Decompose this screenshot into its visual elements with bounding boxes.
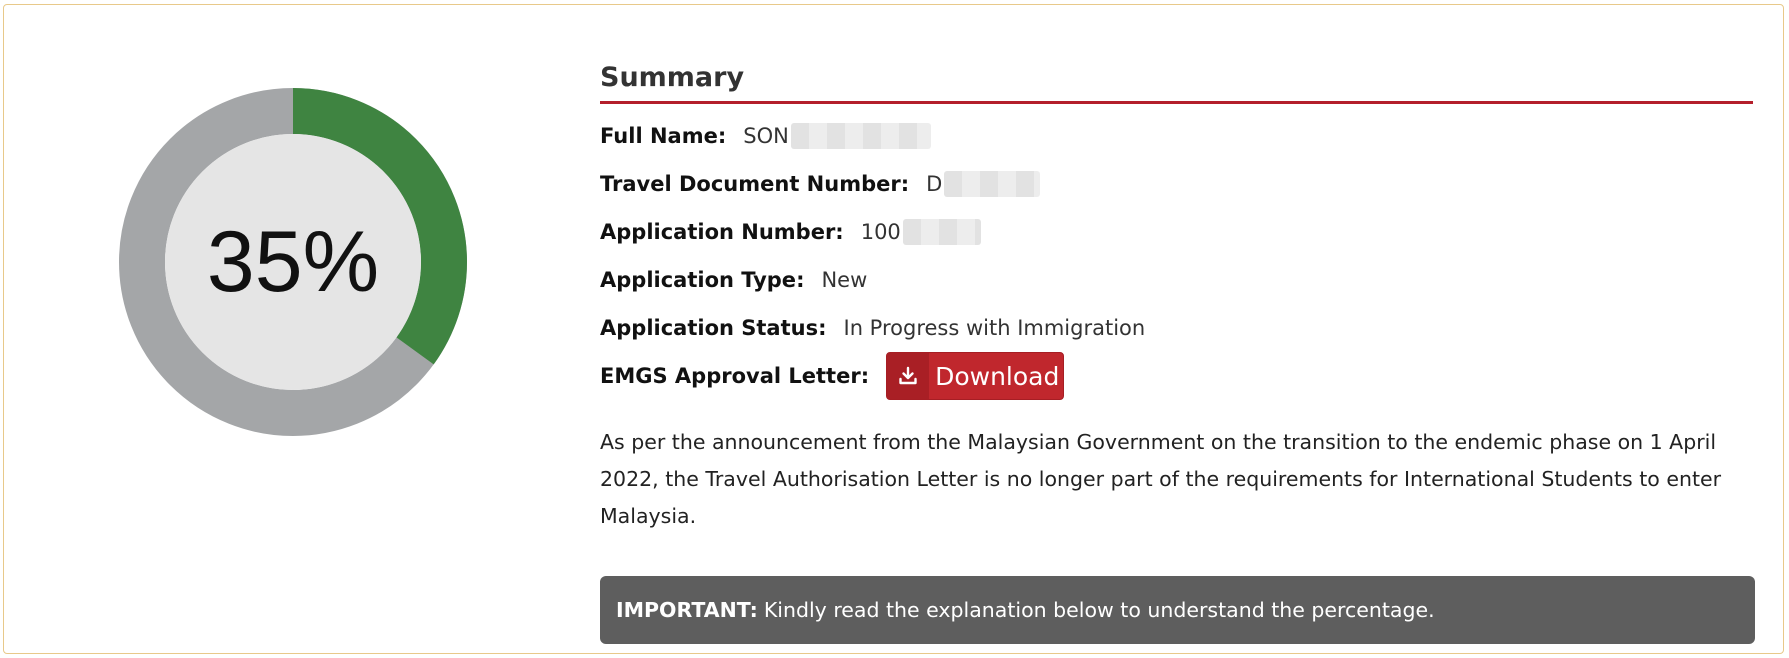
approval-letter-colon: :	[860, 364, 870, 388]
application-status-value: In Progress with Immigration	[843, 316, 1146, 340]
application-status-colon: :	[818, 316, 827, 340]
redacted-mask	[944, 171, 1041, 197]
progress-donut-chart: 35%	[119, 88, 467, 436]
important-message: Kindly read the explanation below to und…	[763, 598, 1435, 622]
progress-percent-label: 35%	[206, 213, 380, 310]
application-summary-card: 35% Summary Full Name: SON Travel Docume…	[3, 4, 1784, 654]
application-type-label: Application Type	[600, 268, 797, 292]
travel-document-row: Travel Document Number: D	[600, 160, 1753, 208]
full-name-label: Full Name	[600, 124, 718, 148]
application-type-value: New	[821, 268, 868, 292]
summary-section: Summary Full Name: SON Travel Document N…	[600, 61, 1753, 556]
travel-document-colon: :	[900, 172, 910, 196]
application-number-row: Application Number: 100	[600, 208, 1753, 256]
redacted-mask	[902, 219, 981, 245]
application-type-colon: :	[796, 268, 805, 292]
important-alert: IMPORTANT: Kindly read the explanation b…	[600, 576, 1755, 644]
summary-title: Summary	[600, 61, 1753, 104]
application-number-label: Application Number	[600, 220, 836, 244]
full-name-row: Full Name: SON	[600, 112, 1753, 160]
approval-letter-row: EMGS Approval Letter: Download	[600, 352, 1753, 400]
approval-letter-label: EMGS Approval Letter	[600, 364, 861, 388]
travel-document-value: D	[926, 172, 943, 196]
download-button-label: Download	[935, 361, 1060, 391]
download-icon	[887, 353, 930, 399]
redacted-mask	[790, 123, 931, 149]
application-status-row: Application Status: In Progress with Imm…	[600, 304, 1753, 352]
download-approval-letter-button[interactable]: Download	[886, 352, 1065, 400]
application-status-label: Application Status	[600, 316, 819, 340]
application-number-colon: :	[835, 220, 844, 244]
travel-document-label: Travel Document Number	[600, 172, 901, 196]
full-name-value: SON	[743, 124, 789, 148]
important-prefix: IMPORTANT:	[616, 598, 758, 622]
application-number-value: 100	[860, 220, 901, 244]
full-name-colon: :	[717, 124, 727, 148]
endemic-notice-text: As per the announcement from the Malaysi…	[600, 430, 1722, 528]
application-type-row: Application Type: New	[600, 256, 1753, 304]
